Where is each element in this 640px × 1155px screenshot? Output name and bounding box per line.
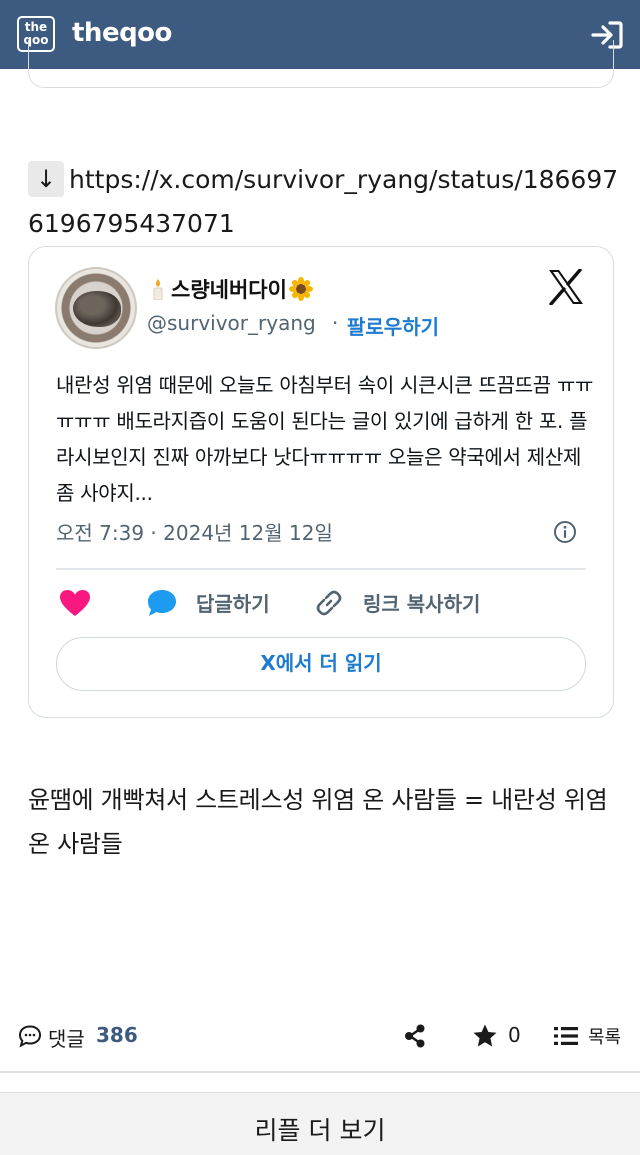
tweet-embed-card[interactable]: 스량네버다이 @survivor_ryang · 팔로우하기 내란성 위염 때문…: [28, 246, 614, 718]
tweet-link-line: ↓ https://x.com/survivor_ryang/status/186…: [28, 158, 628, 246]
follow-button[interactable]: 팔로우하기: [347, 311, 439, 340]
comment-count[interactable]: 386: [96, 1023, 138, 1047]
sunflower-icon: [288, 277, 313, 301]
info-icon[interactable]: [553, 520, 577, 544]
list-icon[interactable]: [554, 1025, 578, 1047]
heart-icon[interactable]: [59, 589, 91, 617]
copy-link-button[interactable]: 링크 복사하기: [363, 588, 480, 617]
star-count: 0: [508, 1023, 521, 1047]
previous-embed-card: [28, 40, 614, 88]
candle-icon: [153, 279, 163, 300]
tweet-divider: [56, 568, 586, 570]
reply-button[interactable]: 답글하기: [196, 588, 270, 617]
tweet-handle[interactable]: @survivor_ryang: [147, 311, 316, 335]
tweet-text: 내란성 위염 때문에 오늘도 아침부터 속이 시큰시큰 뜨끔뜨끔 ㅠㅠㅠㅠㅠ 배…: [56, 373, 594, 505]
share-icon[interactable]: [404, 1024, 426, 1048]
down-arrow-icon: ↓: [28, 161, 64, 197]
list-button[interactable]: 목록: [588, 1023, 621, 1049]
tweet-display-name-text: 스량네버다이: [171, 278, 287, 302]
more-replies-button[interactable]: 리플 더 보기: [0, 1092, 640, 1155]
comment-icon[interactable]: [18, 1024, 42, 1048]
reply-bubble-icon[interactable]: [146, 588, 178, 618]
post-footer: 댓글 386 0 목록: [0, 1014, 640, 1060]
comment-label[interactable]: 댓글: [48, 1023, 85, 1052]
avatar[interactable]: [55, 267, 137, 349]
link-icon[interactable]: [313, 587, 345, 619]
footer-divider: [0, 1071, 640, 1073]
tweet-link[interactable]: https://x.com/survivor_ryang/status/1866…: [28, 165, 618, 238]
read-more-on-x-button[interactable]: X에서 더 읽기: [56, 637, 586, 691]
star-icon[interactable]: [472, 1023, 498, 1049]
tweet-display-name[interactable]: 스량네버다이: [151, 274, 313, 304]
tweet-timestamp[interactable]: 오전 7:39 · 2024년 12월 12일: [56, 517, 333, 546]
handle-separator: ·: [332, 311, 339, 335]
post-body-text: 윤땜에 개빡쳐서 스트레스성 위염 온 사람들 = 내란성 위염온 사람들: [28, 786, 608, 858]
x-logo-icon[interactable]: [547, 269, 585, 305]
